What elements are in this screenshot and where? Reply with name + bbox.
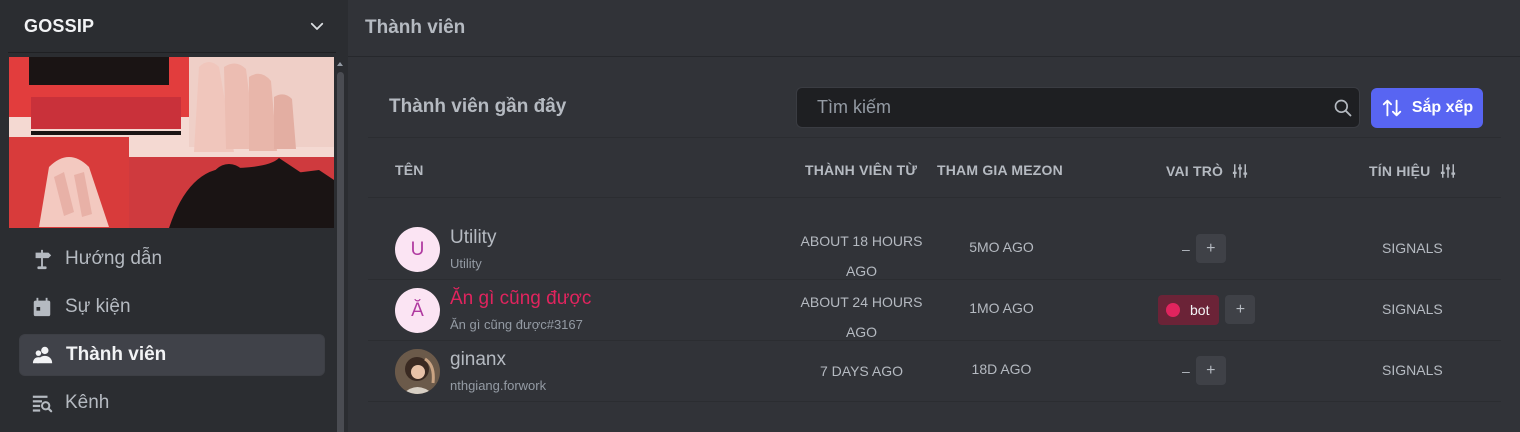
server-banner-image (9, 57, 334, 228)
chevron-down-icon[interactable] (308, 17, 326, 35)
member-name[interactable]: Utility (450, 227, 496, 249)
role-badge-label: bot (1190, 301, 1210, 318)
main-content: Thành viên Thành viên gần đây Sắp xếp TÊ… (348, 0, 1520, 432)
table-header: TÊN THÀNH VIÊN TỪ THAM GIA MEZON VAI TRÒ… (368, 138, 1501, 198)
sidebar-nav: Hướng dẫn Sự kiện Thành viên Kênh (19, 238, 325, 430)
role-color-dot (1166, 302, 1180, 317)
sidebar-item-label: Sự kiện (65, 296, 131, 317)
add-role-button[interactable]: + (1225, 295, 1256, 324)
avatar[interactable] (395, 349, 440, 394)
member-handle: Ăn gì cũng được#3167 (450, 317, 583, 332)
sidebar-item-label: Thành viên (66, 344, 167, 365)
server-name: GOSSIP (24, 15, 95, 36)
member-name[interactable]: Ăn gì cũng được (450, 288, 591, 310)
search-input[interactable] (817, 97, 1317, 118)
member-handle: Utility (450, 256, 482, 271)
search-icon[interactable] (1333, 98, 1353, 118)
members-panel-header: Thành viên gần đây Sắp xếp (368, 76, 1501, 138)
table-row[interactable]: Ă Ăn gì cũng được Ăn gì cũng được#3167 A… (368, 280, 1501, 341)
sidebar-item-label: Hướng dẫn (65, 248, 163, 269)
member-since-line1: 7 DAYS AGO (820, 363, 903, 379)
column-header-signals[interactable]: TÍN HIỆU (1369, 162, 1457, 180)
members-table-body: U Utility Utility ABOUT 18 HOURS AGO 5MO… (368, 219, 1501, 402)
member-roles: bot + (1146, 294, 1256, 325)
scrollbar-thumb[interactable] (337, 72, 344, 432)
channel-browse-icon (30, 391, 54, 415)
role-badge-bot[interactable]: bot (1158, 294, 1220, 325)
avatar[interactable]: Ă (395, 288, 440, 333)
member-handle: nthgiang.forwork (450, 378, 547, 393)
calendar-icon (30, 295, 54, 319)
sort-button-label: Sắp xếp (1411, 99, 1474, 116)
column-header-roles-label: VAI TRÒ (1166, 163, 1224, 179)
filter-sliders-icon[interactable] (1439, 162, 1457, 180)
sidebar-item-channels[interactable]: Kênh (19, 382, 325, 424)
member-since: 7 DAYS AGO (788, 356, 935, 386)
column-header-joined: THAM GIA MEZON (937, 162, 1063, 178)
member-signals: SIGNALS (1382, 362, 1443, 378)
member-signals: SIGNALS (1382, 240, 1443, 256)
table-row[interactable]: ginanx nthgiang.forwork 7 DAYS AGO 18D A… (368, 341, 1501, 402)
member-since: ABOUT 24 HOURS AGO (788, 287, 935, 347)
sort-button[interactable]: Sắp xếp (1371, 88, 1483, 128)
member-since-line1: ABOUT 24 HOURS (800, 294, 923, 310)
signpost-icon (30, 247, 54, 271)
joined-mezon: 1MO AGO (969, 300, 1034, 316)
server-header[interactable]: GOSSIP (8, 0, 336, 53)
search-box[interactable] (796, 87, 1360, 128)
member-name[interactable]: ginanx (450, 349, 506, 371)
sort-arrows-icon (1382, 99, 1401, 117)
column-header-member-since: THÀNH VIÊN TỪ (805, 162, 918, 178)
app-window: GOSSIP Hướng dẫn Sự kiện Thành viên Kênh… (0, 0, 1520, 432)
no-roles-dash: – (1182, 240, 1190, 257)
sidebar-item-members[interactable]: Thành viên (19, 334, 325, 376)
column-header-name: TÊN (395, 162, 424, 178)
column-header-roles[interactable]: VAI TRÒ (1166, 162, 1249, 180)
joined-mezon: 5MO AGO (969, 239, 1034, 255)
member-since-line1: ABOUT 18 HOURS (800, 233, 923, 249)
members-panel: Thành viên gần đây Sắp xếp TÊN THÀNH VIÊ… (368, 76, 1501, 432)
sidebar-item-label: Kênh (65, 392, 110, 413)
sidebar-scrollbar[interactable] (336, 60, 344, 432)
member-signals: SIGNALS (1382, 301, 1443, 317)
column-header-signals-label: TÍN HIỆU (1369, 163, 1431, 179)
joined-mezon: 18D AGO (971, 361, 1032, 377)
panel-title: Thành viên gần đây (389, 96, 567, 117)
sidebar-item-events[interactable]: Sự kiện (19, 286, 325, 328)
no-roles-dash: – (1182, 362, 1190, 379)
filter-sliders-icon[interactable] (1231, 162, 1249, 180)
members-icon (31, 343, 55, 367)
add-role-button[interactable]: + (1195, 234, 1226, 263)
scroll-up-arrow-icon[interactable] (336, 60, 344, 68)
member-since: ABOUT 18 HOURS AGO (788, 226, 935, 286)
sidebar: GOSSIP Hướng dẫn Sự kiện Thành viên Kênh (0, 0, 348, 432)
avatar-photo (395, 349, 440, 394)
member-roles: – + (1146, 355, 1226, 386)
member-roles: – + (1146, 233, 1226, 264)
table-row[interactable]: U Utility Utility ABOUT 18 HOURS AGO 5MO… (368, 219, 1501, 280)
top-bar: Thành viên (348, 0, 1520, 57)
avatar[interactable]: U (395, 227, 440, 272)
page-title: Thành viên (365, 17, 466, 38)
sidebar-item-guide[interactable]: Hướng dẫn (19, 238, 325, 280)
add-role-button[interactable]: + (1195, 356, 1226, 385)
